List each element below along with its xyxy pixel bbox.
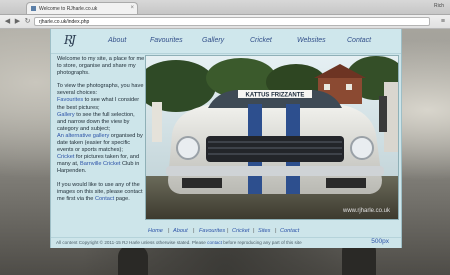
intro-choices: To view the photographs, you have severa… — [57, 83, 145, 175]
site-header: RJ About Favourites Gallery Cricket Webs… — [51, 29, 401, 54]
footer-sep: | — [227, 228, 229, 234]
choices-lead: To view the photographs, you have severa… — [57, 83, 144, 97]
cricket-link[interactable]: Cricket — [57, 154, 74, 160]
tab-title: Welcome to RJharle.co.uk — [39, 5, 98, 12]
favourites-link[interactable]: Favourites — [57, 97, 83, 103]
alt-gallery-link[interactable]: An alternative gallery — [57, 133, 109, 139]
footer-sep: | — [168, 228, 170, 234]
nav-favourites[interactable]: Favourites — [150, 37, 183, 44]
close-tab-icon[interactable]: × — [130, 5, 134, 11]
contact-end: page. — [114, 195, 130, 202]
copyright-contact-link[interactable]: contact — [207, 240, 222, 245]
nav-websites[interactable]: Websites — [297, 37, 326, 44]
copyright-notice: All content Copyright © 2011-15 RJ Harle… — [51, 237, 401, 247]
top-navigation: About Favourites Gallery Cricket Website… — [51, 37, 401, 47]
gallery-link[interactable]: Gallery — [57, 112, 75, 118]
intro-text: Welcome to my site, a place for me to st… — [57, 56, 145, 209]
menu-icon[interactable]: ≡ — [441, 17, 445, 26]
back-button[interactable]: ◀ — [3, 17, 12, 26]
copyright-text-a: All content Copyright © 2011-15 RJ Harle… — [56, 240, 208, 245]
nav-cricket[interactable]: Cricket — [250, 37, 272, 44]
intro-contact: If you would like to use any of the imag… — [57, 182, 145, 203]
tab-strip: Welcome to RJharle.co.uk × Rich — [0, 0, 450, 15]
browser-tab[interactable]: Welcome to RJharle.co.uk × — [26, 2, 138, 14]
intro-welcome: Welcome to my site, a place for me to st… — [57, 56, 145, 77]
nav-about[interactable]: About — [108, 37, 126, 44]
page-viewport: RJ About Favourites Gallery Cricket Webs… — [0, 29, 450, 275]
contact-inline-link[interactable]: Contact — [95, 196, 114, 202]
footer-favourites[interactable]: Favourites — [199, 228, 225, 234]
photo-banner-text: KATTUS FRIZZANTE — [246, 93, 305, 99]
site-container: RJ About Favourites Gallery Cricket Webs… — [50, 29, 402, 248]
browser-window: Welcome to RJharle.co.uk × Rich ◀ ▶ ↻ rj… — [0, 0, 450, 275]
featured-photo[interactable]: KATTUS FRIZZANTE www.rjharle.co.uk — [145, 55, 399, 220]
footer-navigation: Home | About | Favourites | Cricket | Si… — [51, 228, 401, 236]
footer-cricket[interactable]: Cricket — [232, 228, 249, 234]
photo-watermark: www.rjharle.co.uk — [342, 208, 391, 214]
footer-sep: | — [193, 228, 195, 234]
copyright-text-b: before reproducing any part of this site — [221, 240, 302, 245]
profile-name[interactable]: Rich — [434, 3, 444, 9]
footer-sep: | — [275, 228, 277, 234]
500px-link[interactable]: 500px — [371, 237, 389, 247]
footer-contact[interactable]: Contact — [280, 228, 299, 234]
footer-sites[interactable]: Sites — [258, 228, 270, 234]
club-link[interactable]: Barnville Cricket — [80, 161, 120, 167]
browser-toolbar: ◀ ▶ ↻ rjharle.co.uk/index.php ≡ — [0, 15, 450, 29]
address-bar[interactable]: rjharle.co.uk/index.php — [34, 17, 430, 26]
footer-home[interactable]: Home — [148, 228, 163, 234]
forward-button[interactable]: ▶ — [13, 17, 22, 26]
nav-gallery[interactable]: Gallery — [202, 37, 224, 44]
nav-contact[interactable]: Contact — [347, 37, 371, 44]
mustang-photo: KATTUS FRIZZANTE www.rjharle.co.uk — [146, 56, 398, 219]
footer-about[interactable]: About — [173, 228, 188, 234]
favicon-icon — [31, 6, 36, 11]
reload-button[interactable]: ↻ — [23, 17, 32, 26]
footer-sep: | — [253, 228, 255, 234]
